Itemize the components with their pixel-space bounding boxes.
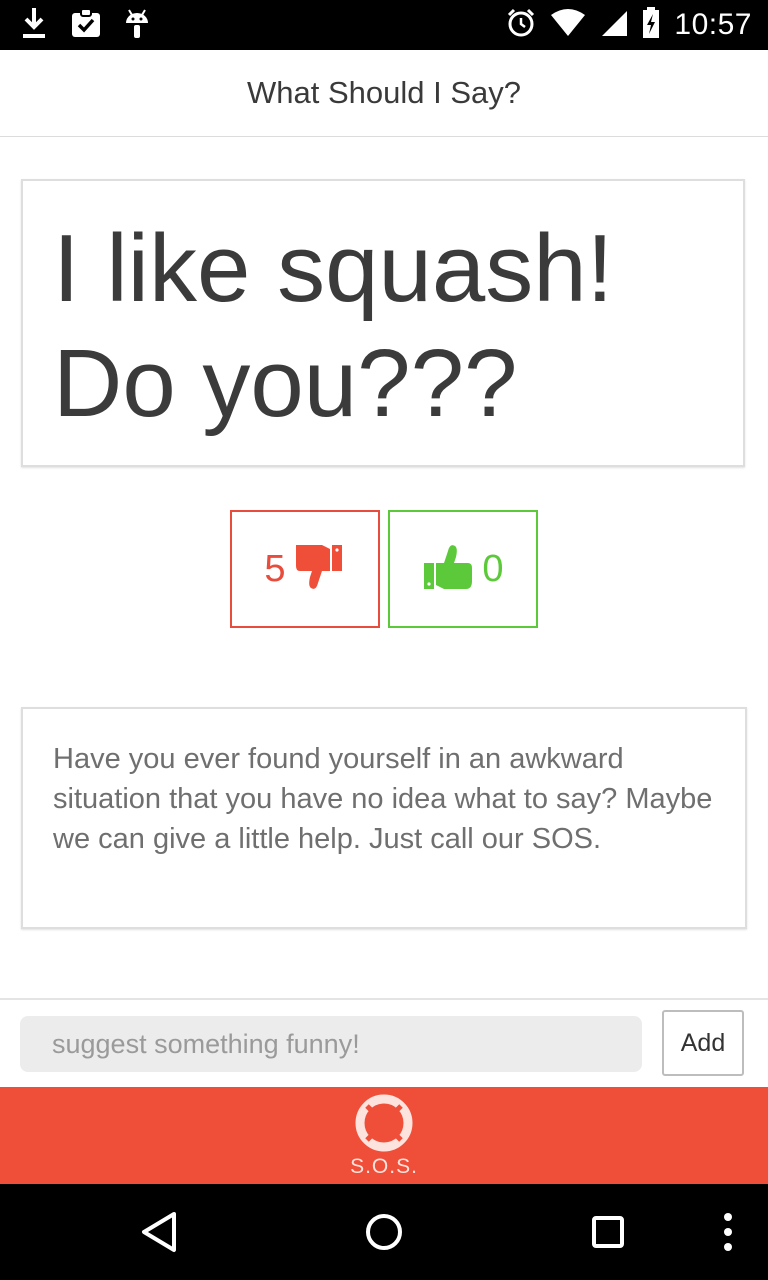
status-bar: 10:57 <box>0 0 768 50</box>
suggest-input[interactable] <box>20 1016 642 1072</box>
wifi-icon <box>550 8 586 42</box>
thumbs-down-button[interactable]: 5 <box>230 510 380 628</box>
signal-icon <box>600 9 628 42</box>
sos-button[interactable]: S.O.S. <box>0 1087 768 1184</box>
upvote-count: 0 <box>482 547 504 590</box>
download-icon <box>20 6 48 45</box>
clipboard-check-icon <box>70 7 102 44</box>
home-icon[interactable] <box>360 1208 408 1256</box>
thumbs-up-button[interactable]: 0 <box>388 510 538 628</box>
phrase-card: I like squash! Do you??? <box>21 179 745 467</box>
suggest-bar: Add <box>0 998 768 1088</box>
thumbs-up-icon <box>422 541 474 598</box>
info-text: Have you ever found yourself in an awkwa… <box>53 743 713 855</box>
recents-icon[interactable] <box>584 1208 632 1256</box>
alarm-icon <box>506 8 536 43</box>
android-icon <box>124 6 150 45</box>
thumbs-down-icon <box>294 541 346 598</box>
battery-charging-icon <box>642 6 660 44</box>
phrase-text: I like squash! Do you??? <box>53 215 614 437</box>
lifebuoy-icon <box>355 1094 413 1152</box>
app-header: What Should I Say? <box>0 50 768 137</box>
add-button[interactable]: Add <box>662 1010 744 1076</box>
navigation-bar <box>0 1184 768 1280</box>
page-title: What Should I Say? <box>247 75 521 110</box>
sos-label: S.O.S. <box>350 1155 418 1178</box>
menu-icon[interactable] <box>706 1208 754 1256</box>
back-icon[interactable] <box>136 1208 184 1256</box>
downvote-count: 5 <box>264 547 286 590</box>
status-time: 10:57 <box>674 8 752 41</box>
info-card: Have you ever found yourself in an awkwa… <box>21 707 747 929</box>
